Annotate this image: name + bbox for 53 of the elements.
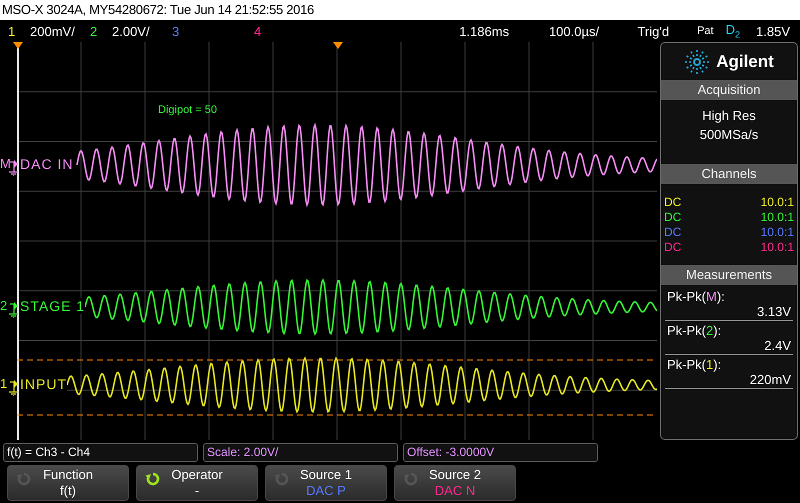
channel-coupling: DC [664,210,682,224]
channel-number: 1 [8,24,16,38]
math-info: Offset: -3.0000V [403,443,598,462]
channel-marker: M [0,156,11,171]
math-info: f(t) = Ch3 - Ch4 [3,443,198,462]
channel-coupling: DC [664,195,682,209]
trigger-marker-icon [13,42,23,49]
measurement-value: 2.4V [763,338,791,353]
channel-marker: 1 [0,376,8,391]
channel-scale: 200mV/ [30,24,76,38]
trigger-mode: Pat [697,25,714,37]
acquisition-value: High Res [701,107,757,125]
channel-number: 4 [254,24,262,38]
softkey-button[interactable]: Source 2 DAC N [394,465,516,501]
trigger-marker-icon [333,42,343,49]
measurement-value: 3.13V [756,304,791,319]
math-info: Scale: 2.00V/ [203,443,398,462]
trace-label: INPUT [20,376,67,392]
probe-ratio: 10.0:1 [760,195,794,209]
ground-marker-icon [9,160,18,176]
ground-marker-icon [9,380,18,396]
softkey-button[interactable]: Function f(t) [7,465,129,501]
section-header: Channels [661,164,797,184]
trace-label: DAC IN [20,156,74,172]
channel-scale: 2.00V/ [112,24,151,38]
channel-coupling: DC [664,240,682,254]
channel-number: 3 [172,24,180,38]
measurement-value: 220mV [748,372,791,387]
trigger-level: 1.85V [755,24,790,38]
waveform-annotation: Digipot = 50 [158,104,218,116]
acquisition-value: 500MSa/s [698,126,760,144]
trigger-status: Trig'd [636,24,670,38]
measurement-name: Pk-Pk(1): [667,357,722,372]
probe-ratio: 10.0:1 [760,240,794,254]
time-scale: 100.0µs/ [548,24,600,38]
probe-ratio: 10.0:1 [760,225,794,239]
spark-logo-icon [684,48,710,74]
measurement-name: Pk-Pk(2): [667,323,722,338]
probe-ratio: 10.0:1 [760,210,794,224]
brand-logo: Agilent [716,52,774,72]
time-delay: 1.186ms [458,24,510,38]
measurement-name: Pk-Pk(M): [667,289,726,304]
window-title: MSO-X 3024A, MY54280672: Tue Jun 14 21:52:55 2016 [0,0,800,20]
ground-marker-icon [9,302,18,318]
softkey-button[interactable]: Operator - [136,465,258,501]
trace-label: STAGE 1 [20,298,86,314]
trigger-source: D$_{2}$ [726,22,740,40]
channel-number: 2 [90,24,98,38]
softkey-button[interactable]: Source 1 DAC P [265,465,387,501]
channel-coupling: DC [664,225,682,239]
section-header: Acquisition [661,80,797,100]
channel-marker: 2 [0,298,8,313]
section-header: Measurements [661,265,797,285]
